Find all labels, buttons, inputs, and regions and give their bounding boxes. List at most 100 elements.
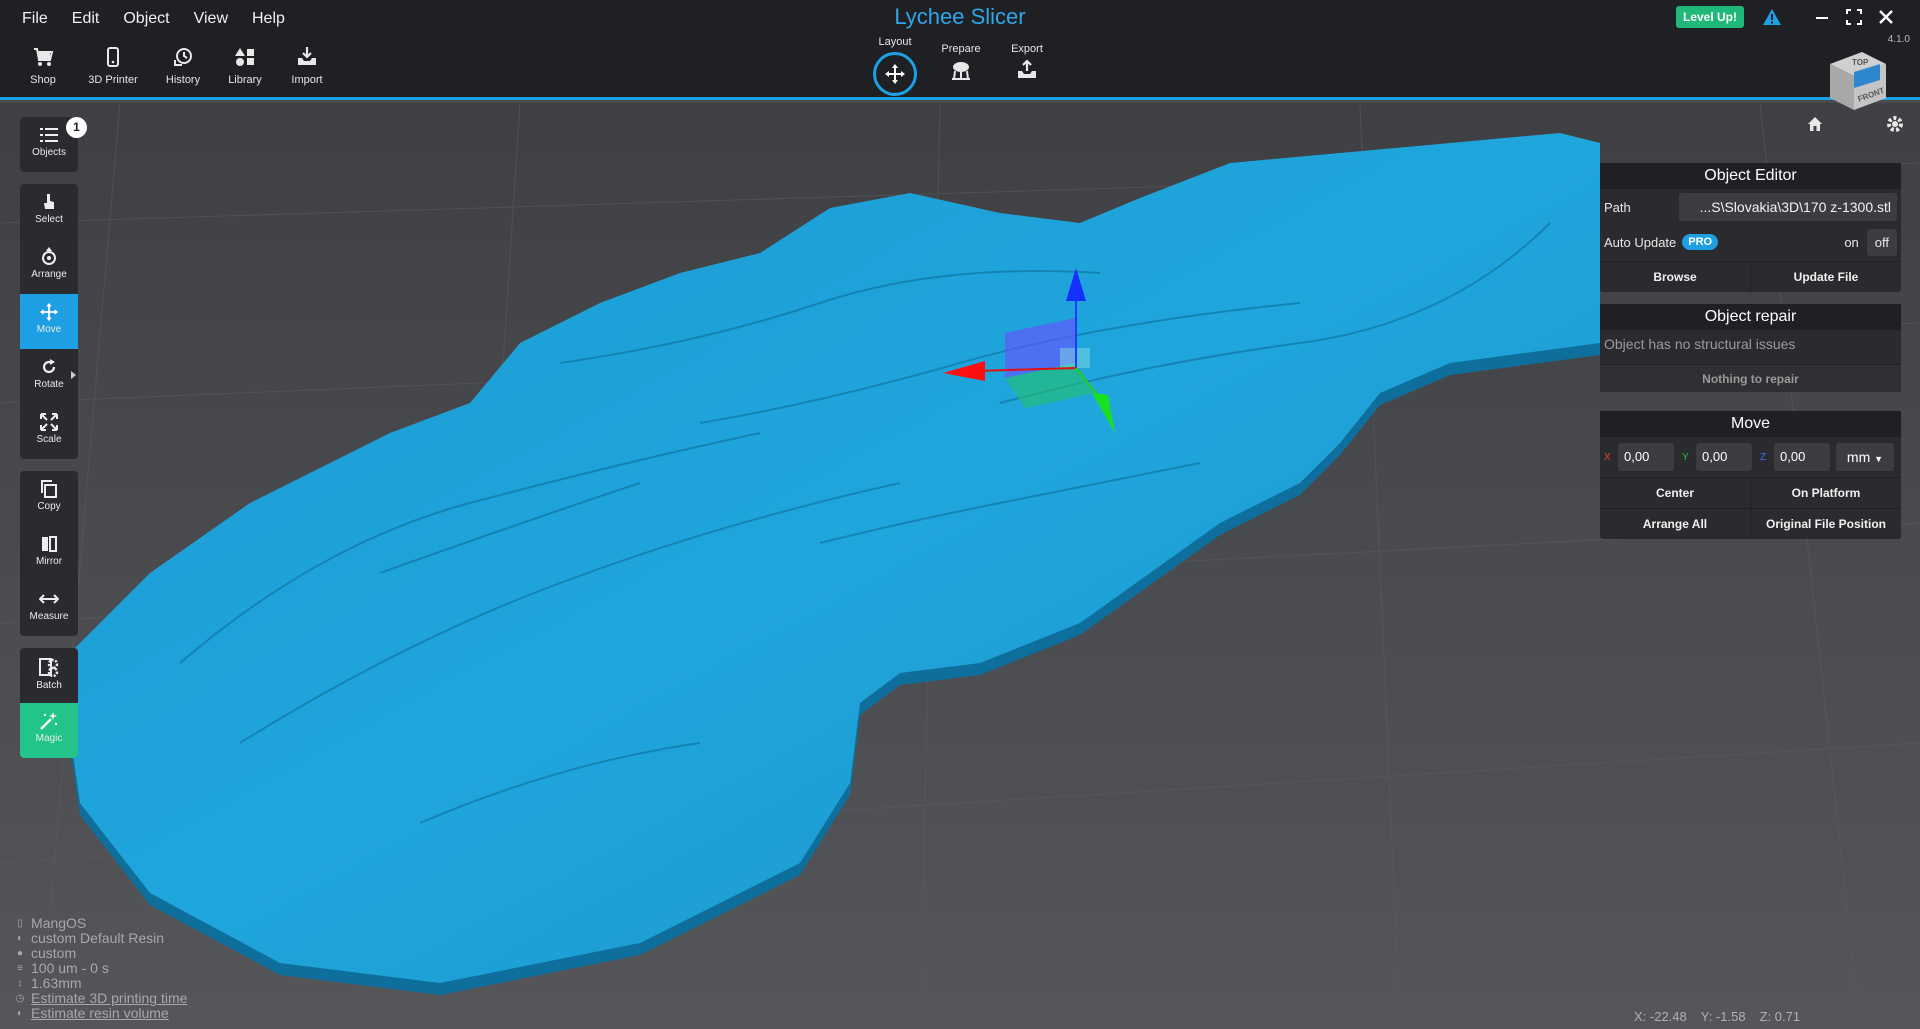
measure-button[interactable]: Measure: [20, 581, 78, 636]
z-axis-label: Z: [1760, 451, 1767, 463]
nothing-to-repair-button[interactable]: Nothing to repair: [1600, 364, 1901, 392]
unit-value: mm: [1846, 449, 1871, 465]
3d-printer-label: 3D Printer: [88, 74, 138, 86]
move-arrows-icon: [39, 302, 59, 322]
batch-gears-icon: [39, 658, 59, 678]
tab-export[interactable]: Export: [994, 34, 1060, 81]
unit-select[interactable]: mm ▼: [1836, 443, 1894, 471]
y-input[interactable]: 0,00: [1696, 443, 1752, 471]
object-repair-panel: Object repair Object has no structural i…: [1600, 304, 1901, 392]
estimate-volume-row: ◐ Estimate resin volume: [14, 1006, 187, 1021]
export-icon: [994, 59, 1060, 81]
workflow-tabs: Layout Prepare Export: [862, 34, 1060, 96]
on-platform-button[interactable]: On Platform: [1750, 478, 1901, 508]
height-row: ↕ 1.63mm: [14, 976, 187, 991]
move-label: Move: [36, 324, 62, 335]
history-button[interactable]: History: [152, 46, 214, 88]
main-toolbar: Shop 3D Printer History Library Import: [12, 46, 338, 88]
cursor-y: Y: -1.58: [1700, 1009, 1746, 1024]
transform-group: Select Arrange Move Rotate Scale: [20, 184, 78, 459]
x-input[interactable]: 0,00: [1618, 443, 1674, 471]
layers-icon: ≡: [17, 963, 23, 974]
view-cube[interactable]: TOP FRONT: [1824, 50, 1888, 117]
estimate-time-link[interactable]: Estimate 3D printing time: [31, 991, 187, 1006]
rotate-button[interactable]: Rotate: [20, 349, 78, 404]
settings-gear-icon[interactable]: [1884, 113, 1906, 140]
batch-group: Batch Magic: [20, 648, 78, 758]
tab-export-label: Export: [1011, 43, 1043, 55]
scale-button[interactable]: Scale: [20, 404, 78, 459]
list-icon: [40, 128, 58, 142]
move-arrows-icon: [873, 52, 917, 96]
rotate-icon: [42, 359, 56, 374]
batch-button[interactable]: Batch: [20, 648, 78, 703]
version-label: 4.1.0: [1887, 34, 1910, 45]
rotate-submenu-arrow-icon[interactable]: [71, 371, 76, 379]
arrange-all-button[interactable]: Arrange All: [1600, 509, 1750, 539]
select-button[interactable]: Select: [20, 184, 78, 239]
rotate-label: Rotate: [34, 379, 64, 390]
app-title: Lychee Slicer: [894, 4, 1026, 29]
palette-icon: ●: [16, 948, 24, 959]
tab-layout[interactable]: Layout: [862, 34, 928, 96]
supports-icon: [928, 59, 994, 81]
original-file-position-button[interactable]: Original File Position: [1750, 509, 1901, 539]
batch-label: Batch: [36, 680, 62, 691]
repair-status: Object has no structural issues: [1604, 336, 1796, 352]
3d-printer-button[interactable]: 3D Printer: [74, 46, 152, 88]
z-input[interactable]: 0,00: [1774, 443, 1830, 471]
arrange-label: Arrange: [31, 269, 67, 280]
view-cube-top[interactable]: TOP: [1852, 58, 1869, 67]
center-button[interactable]: Center: [1600, 478, 1750, 508]
path-field[interactable]: ...S\Slovakia\3D\170 z-1300.stl: [1679, 193, 1897, 221]
library-button[interactable]: Library: [214, 46, 276, 88]
shop-button[interactable]: Shop: [12, 46, 74, 88]
resin-name: custom Default Resin: [31, 930, 165, 946]
move-coordinates: X 0,00 Y 0,00 Z 0,00 mm ▼: [1600, 437, 1901, 477]
auto-update-label: Auto Update: [1604, 234, 1677, 250]
cursor-x: X: -22.48: [1634, 1009, 1687, 1024]
close-icon[interactable]: [1870, 6, 1902, 28]
auto-update-toggle[interactable]: on off: [1836, 228, 1897, 256]
move-button[interactable]: Move: [20, 294, 78, 349]
object-repair-title: Object repair: [1600, 304, 1901, 330]
maximize-icon[interactable]: [1838, 6, 1870, 28]
browse-button[interactable]: Browse: [1600, 262, 1750, 292]
import-icon: [298, 47, 316, 65]
home-icon[interactable]: [1806, 115, 1824, 138]
move-buttons-row-1: Center On Platform: [1600, 477, 1901, 508]
layers-row: ≡ 100 um - 0 s: [14, 961, 187, 976]
auto-update-row: Auto Update PRO on off: [1600, 225, 1901, 259]
select-label: Select: [35, 214, 63, 225]
pro-badge: PRO: [1682, 234, 1719, 250]
arrange-button[interactable]: Arrange: [20, 239, 78, 294]
import-button[interactable]: Import: [276, 46, 338, 88]
cart-icon: [34, 48, 54, 66]
copy-label: Copy: [37, 501, 61, 512]
toggle-off[interactable]: off: [1866, 228, 1897, 256]
profile-name: custom: [31, 945, 77, 961]
toggle-on[interactable]: on: [1836, 229, 1866, 256]
arrange-icon: [42, 247, 56, 265]
estimate-time-row: ◷ Estimate 3D printing time: [14, 991, 188, 1006]
tab-prepare[interactable]: Prepare: [928, 34, 994, 81]
printer-name: MangOS: [31, 915, 87, 931]
copy-icon: [41, 480, 57, 498]
path-row: Path ...S\Slovakia\3D\170 z-1300.stl: [1600, 189, 1901, 225]
level-up-button[interactable]: Level Up!: [1675, 6, 1744, 28]
warning-icon[interactable]: [1756, 6, 1788, 28]
object-editor-panel: Object Editor Path ...S\Slovakia\3D\170 …: [1600, 163, 1901, 292]
minimize-icon[interactable]: [1806, 6, 1838, 28]
estimate-volume-link[interactable]: Estimate resin volume: [31, 1006, 169, 1021]
copy-button[interactable]: Copy: [20, 471, 78, 526]
scale-icon: [40, 413, 58, 431]
window-controls: Level Up!: [1675, 6, 1902, 28]
history-icon: [174, 48, 192, 66]
update-file-button[interactable]: Update File: [1750, 262, 1901, 292]
move-title: Move: [1600, 411, 1901, 437]
mirror-button[interactable]: Mirror: [20, 526, 78, 581]
magic-wand-icon: [40, 712, 58, 730]
magic-button[interactable]: Magic: [20, 703, 78, 758]
printer-row: ▯ MangOS: [14, 916, 187, 931]
library-label: Library: [228, 74, 262, 86]
